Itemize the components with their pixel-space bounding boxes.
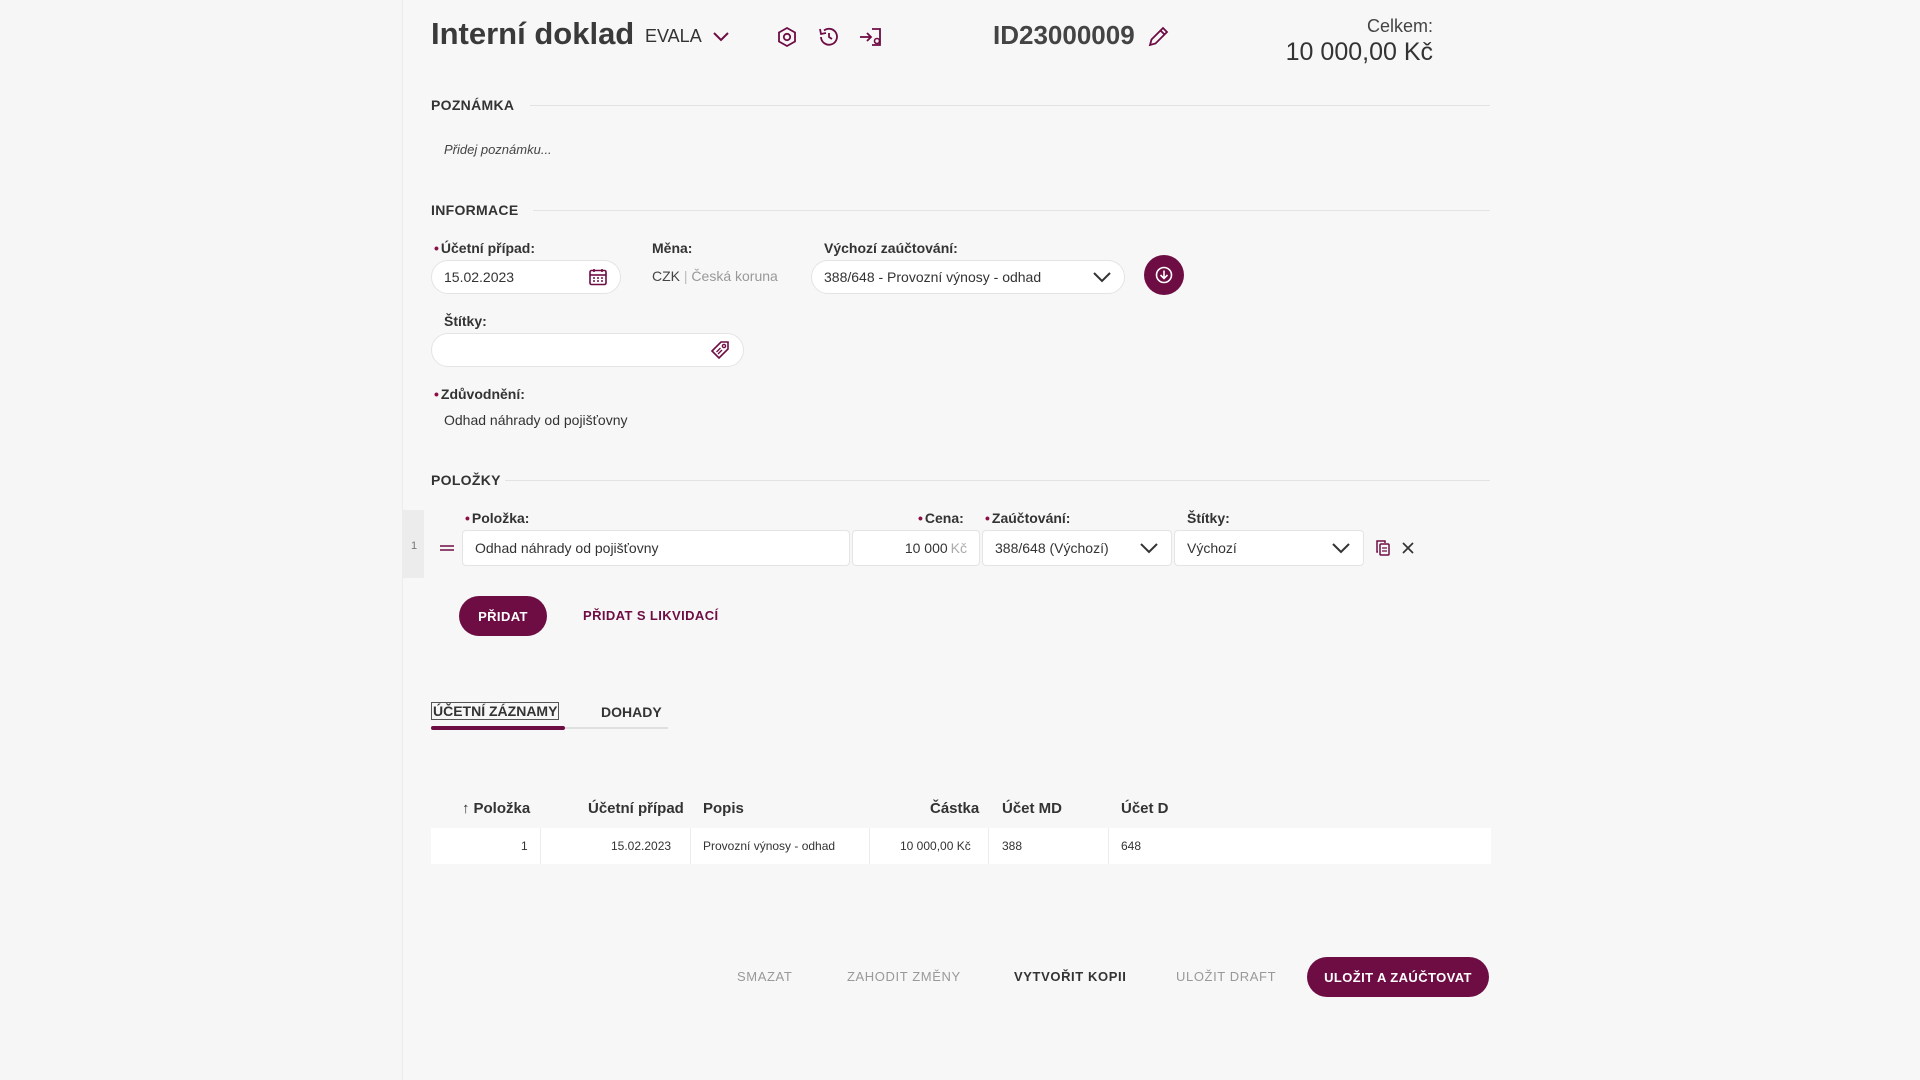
item-tags-select[interactable]: Výchozí [1174, 530, 1364, 566]
item-name-value: Odhad náhrady od pojišťovny [475, 540, 659, 556]
calendar-icon[interactable] [588, 267, 608, 287]
export-icon[interactable] [858, 24, 884, 50]
item-price-currency: Kč [950, 540, 967, 556]
document-panel: Interní doklad EVALA ID23000009 Celkem: … [403, 0, 1920, 1080]
divider [505, 480, 1490, 481]
create-copy-button[interactable]: VYTVOŘIT KOPII [1014, 969, 1126, 984]
tag-icon [710, 341, 729, 360]
arrow-down-circle-icon [1155, 266, 1173, 284]
item-price-value: 10 000 [904, 540, 948, 556]
row-number: 1 [411, 540, 418, 552]
price-column-label: • Cena: [918, 510, 964, 526]
cell-divider [540, 828, 541, 864]
cell-date: 15.02.2023 [611, 839, 672, 853]
tab-inactive-underline [565, 727, 668, 729]
default-posting-value: 388/648 - Provozní výnosy - odhad [824, 269, 1042, 285]
copy-icon[interactable] [1374, 539, 1392, 557]
cell-divider [1108, 828, 1109, 864]
date-value: 15.02.2023 [444, 269, 515, 285]
tags-column-label: Štítky: [1187, 510, 1230, 526]
default-posting-label: Výchozí zaúčtování: [824, 240, 958, 256]
col-header-account-d[interactable]: Účet D [1121, 800, 1169, 817]
currency-code: CZK [652, 268, 680, 284]
posting-column-label: • Zaúčtování: [985, 510, 1071, 526]
items-section-heading: POLOŽKY [431, 472, 501, 488]
item-posting-value: 388/648 (Výchozí) [995, 540, 1109, 556]
company-label: EVALA [645, 26, 702, 46]
divider [530, 105, 1490, 106]
chevron-down-icon [1093, 272, 1111, 283]
close-icon[interactable] [1400, 540, 1416, 556]
tab-estimates[interactable]: DOHADY [601, 704, 662, 720]
date-field[interactable]: 15.02.2023 [431, 260, 621, 294]
page-title: Interní doklad [431, 16, 635, 51]
tags-label: Štítky: [444, 313, 487, 329]
add-item-button[interactable]: PŘIDAT [459, 596, 547, 636]
currency-name: Česká koruna [691, 268, 778, 284]
cell-item: 1 [521, 839, 528, 853]
cell-amount: 10 000,00 Kč [900, 839, 971, 853]
chevron-down-icon [712, 31, 729, 41]
col-header-amount[interactable]: Částka [930, 800, 979, 817]
divider [533, 210, 1490, 211]
item-column-label: • Položka: [465, 510, 530, 526]
col-header-account-md[interactable]: Účet MD [1002, 800, 1062, 817]
add-with-liquidation-button[interactable]: PŘIDAT S LIKVIDACÍ [583, 608, 719, 623]
col-header-item[interactable]: ↑ Položka [462, 800, 530, 817]
company-selector[interactable]: EVALA [645, 26, 730, 47]
pencil-icon[interactable] [1145, 24, 1171, 50]
reason-value[interactable]: Odhad náhrady od pojišťovny [444, 412, 627, 428]
tab-accounting-records[interactable]: ÚČETNÍ ZÁZNAMY [430, 702, 560, 720]
currency-label: Měna: [652, 240, 693, 256]
cell-divider [690, 828, 691, 864]
delete-button[interactable]: SMAZAT [737, 969, 792, 984]
chevron-down-icon [1140, 543, 1158, 554]
item-name-input[interactable]: Odhad náhrady od pojišťovny [462, 530, 850, 566]
document-id: ID23000009 [993, 20, 1135, 50]
cell-description: Provozní výnosy - odhad [703, 839, 836, 853]
default-posting-select[interactable]: 388/648 - Provozní výnosy - odhad [811, 260, 1125, 294]
info-section-heading: INFORMACE [431, 202, 519, 218]
tab-active-indicator [431, 726, 565, 730]
note-section-heading: POZNÁMKA [431, 97, 515, 113]
currency-value: CZK | Česká koruna [652, 268, 778, 284]
chevron-down-icon [1332, 543, 1350, 554]
item-price-input[interactable]: 10 000 Kč [852, 530, 980, 566]
note-input[interactable]: Přidej poznámku... [444, 142, 552, 157]
item-posting-select[interactable]: 388/648 (Výchozí) [982, 530, 1172, 566]
sort-up-icon: ↑ [462, 800, 470, 817]
drag-handle-icon[interactable] [439, 541, 455, 551]
left-pane [0, 0, 403, 1080]
col-header-description[interactable]: Popis [703, 800, 744, 817]
history-icon[interactable] [816, 24, 842, 50]
date-label: • Účetní případ: [434, 240, 536, 256]
cell-divider [869, 828, 870, 864]
col-header-date[interactable]: Účetní případ [588, 800, 684, 817]
currency-separator: | [683, 268, 688, 284]
apply-default-posting-button[interactable] [1144, 255, 1184, 295]
discard-changes-button[interactable]: ZAHODIT ZMĚNY [847, 969, 961, 984]
settings-icon[interactable] [774, 24, 800, 50]
item-tags-value: Výchozí [1187, 540, 1237, 556]
total-label: Celkem: [1366, 16, 1433, 36]
cell-divider [988, 828, 989, 864]
total-value: 10 000,00 Kč [1285, 38, 1433, 66]
save-and-post-button[interactable]: ULOŽIT A ZAÚČTOVAT [1307, 957, 1489, 997]
tags-input[interactable] [431, 333, 744, 367]
reason-label: • Zdůvodnění: [434, 386, 525, 402]
save-draft-button[interactable]: ULOŽIT DRAFT [1176, 969, 1276, 984]
cell-account-md: 388 [1002, 839, 1023, 853]
cell-account-d: 648 [1121, 839, 1142, 853]
